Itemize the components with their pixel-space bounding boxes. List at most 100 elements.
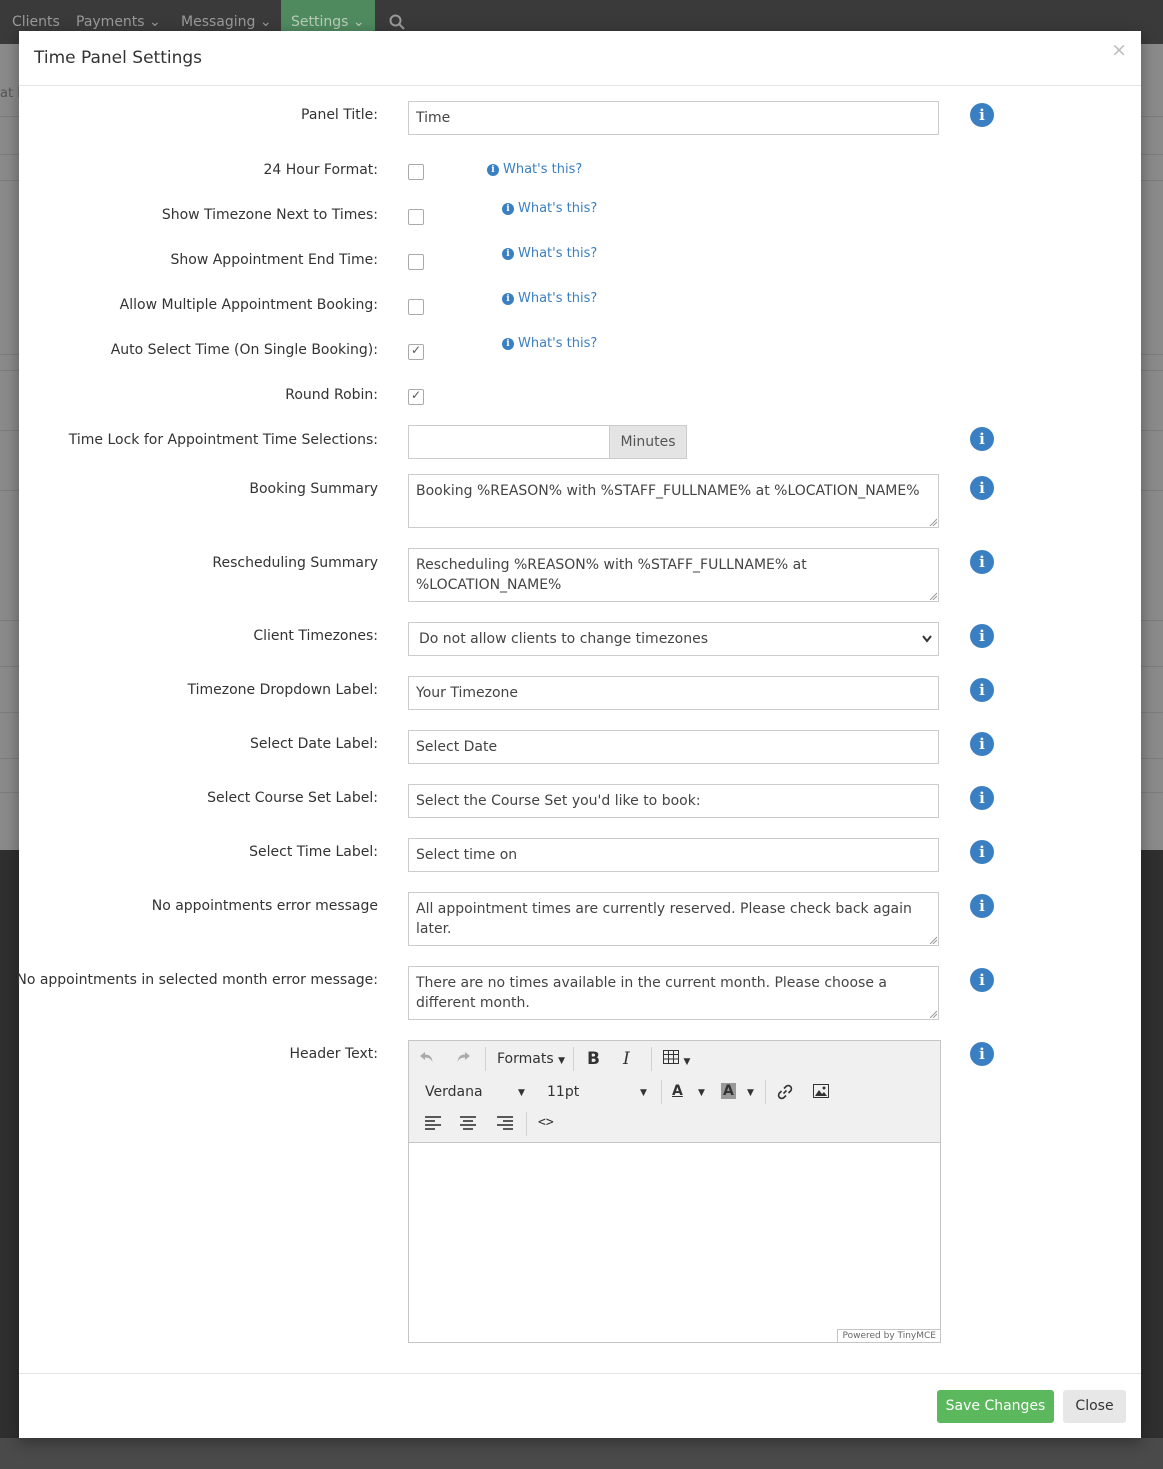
hour24-checkbox[interactable] [408, 164, 424, 180]
multi-booking-label: Allow Multiple Appointment Booking: [119, 297, 378, 313]
time-lock-input[interactable] [408, 425, 610, 459]
booking-summary-textarea[interactable]: Booking %REASON% with %STAFF_FULLNAME% a… [408, 474, 939, 528]
panel-title-label: Panel Title: [301, 107, 378, 123]
info-icon[interactable]: i [970, 732, 994, 756]
caret-down-icon: ▼ [558, 1056, 566, 1066]
link-icon[interactable] [777, 1084, 793, 1104]
select-time-label-input[interactable]: Select time on [408, 838, 939, 872]
info-icon[interactable]: i [970, 476, 994, 500]
resize-handle-icon[interactable] [929, 936, 937, 944]
auto-select-checkbox[interactable]: ✓ [408, 343, 424, 360]
source-code-icon[interactable]: <> [538, 1115, 554, 1130]
italic-icon[interactable]: I [623, 1049, 630, 1069]
powered-by-badge: Powered by TinyMCE [837, 1329, 940, 1342]
timezone-label-label: Timezone Dropdown Label: [187, 682, 378, 698]
redo-icon[interactable] [455, 1049, 471, 1069]
modal-header: Time Panel Settings × [19, 31, 1141, 86]
select-date-label-input[interactable]: Select Date [408, 730, 939, 764]
toolbar-separator [573, 1047, 574, 1071]
chevron-down-icon: ⌄ [149, 14, 161, 30]
undo-icon[interactable] [419, 1049, 435, 1069]
nav-messaging[interactable]: Messaging ⌄ [181, 14, 272, 30]
info-icon[interactable]: i [970, 840, 994, 864]
align-left-icon[interactable] [425, 1116, 441, 1134]
checkmark-icon: ✓ [411, 388, 422, 402]
select-course-label-input[interactable]: Select the Course Set you'd like to book… [408, 784, 939, 818]
round-robin-checkbox[interactable]: ✓ [408, 388, 424, 405]
nav-messaging-label: Messaging [181, 14, 256, 30]
booking-summary-label: Booking Summary [249, 481, 378, 497]
close-icon[interactable]: × [1111, 39, 1127, 61]
editor-toolbar: Formats ▼ B I ▼ Verdana ▼ 11pt ▼ A ▼ A ▼ [409, 1041, 940, 1143]
time-panel-settings-modal: Time Panel Settings × Panel Title: Time … [16, 31, 1141, 1439]
save-changes-button[interactable]: Save Changes [937, 1390, 1054, 1423]
align-right-icon[interactable] [497, 1116, 513, 1134]
toolbar-separator [661, 1080, 662, 1104]
info-icon[interactable]: i [970, 427, 994, 451]
info-icon[interactable]: i [970, 103, 994, 127]
info-icon: i [502, 293, 514, 305]
rescheduling-summary-textarea[interactable]: Rescheduling %REASON% with %STAFF_FULLNA… [408, 548, 939, 602]
show-end-time-checkbox[interactable] [408, 254, 424, 270]
close-button[interactable]: Close [1063, 1390, 1126, 1423]
table-icon[interactable]: ▼ [663, 1050, 690, 1068]
info-icon[interactable]: i [970, 624, 994, 648]
background-text: at I [0, 86, 22, 101]
whats-this-link[interactable]: i What's this? [487, 162, 582, 177]
nav-clients[interactable]: Clients [12, 14, 60, 30]
info-icon: i [502, 248, 514, 260]
whats-this-label: What's this? [518, 246, 598, 261]
whats-this-link[interactable]: i What's this? [502, 246, 597, 261]
no-appts-error-text: All appointment times are currently rese… [416, 901, 912, 937]
whats-this-link[interactable]: i What's this? [502, 291, 597, 306]
show-end-time-label: Show Appointment End Time: [170, 252, 379, 268]
resize-handle-icon[interactable] [929, 592, 937, 600]
whats-this-label: What's this? [518, 336, 598, 351]
hour24-label: 24 Hour Format: [263, 162, 379, 178]
info-icon[interactable]: i [970, 968, 994, 992]
client-timezones-select[interactable]: Do not allow clients to change timezones [408, 622, 939, 656]
multi-booking-checkbox[interactable] [408, 299, 424, 315]
no-appts-error-textarea[interactable]: All appointment times are currently rese… [408, 892, 939, 946]
info-icon[interactable]: i [970, 550, 994, 574]
panel-title-input[interactable]: Time [408, 101, 939, 135]
caret-down-icon[interactable]: ▼ [747, 1088, 754, 1098]
toolbar-separator [765, 1080, 766, 1104]
font-size-dropdown[interactable]: 11pt [547, 1084, 579, 1100]
select-course-label-label: Select Course Set Label: [207, 790, 378, 806]
info-icon[interactable]: i [970, 894, 994, 918]
modal-footer: Save Changes Close [19, 1373, 1141, 1439]
rescheduling-summary-text: Rescheduling %REASON% with %STAFF_FULLNA… [416, 557, 807, 593]
align-center-icon[interactable] [460, 1116, 476, 1134]
checkmark-icon: ✓ [411, 343, 422, 357]
timezone-label-input[interactable]: Your Timezone [408, 676, 939, 710]
caret-down-icon[interactable]: ▼ [518, 1088, 525, 1098]
no-appts-month-error-textarea[interactable]: There are no times available in the curr… [408, 966, 939, 1020]
info-icon[interactable]: i [970, 786, 994, 810]
image-icon[interactable] [813, 1084, 829, 1102]
whats-this-link[interactable]: i What's this? [502, 336, 597, 351]
font-family-dropdown[interactable]: Verdana [425, 1084, 483, 1100]
info-icon[interactable]: i [970, 678, 994, 702]
whats-this-label: What's this? [518, 291, 598, 306]
resize-handle-icon[interactable] [929, 518, 937, 526]
bold-icon[interactable]: B [587, 1049, 600, 1069]
font-family-value: Verdana [425, 1084, 483, 1100]
whats-this-link[interactable]: i What's this? [502, 201, 597, 216]
no-appts-month-error-label: No appointments in selected month error … [16, 972, 378, 988]
editor-content-area[interactable] [409, 1142, 940, 1332]
text-color-icon[interactable]: A [672, 1083, 683, 1099]
resize-handle-icon[interactable] [929, 1010, 937, 1018]
info-icon[interactable]: i [970, 1042, 994, 1066]
formats-dropdown[interactable]: Formats ▼ [497, 1051, 565, 1067]
caret-down-icon[interactable]: ▼ [640, 1088, 647, 1098]
nav-payments[interactable]: Payments ⌄ [76, 14, 161, 30]
client-timezones-label: Client Timezones: [253, 628, 378, 644]
show-timezone-checkbox[interactable] [408, 209, 424, 225]
background-color-icon[interactable]: A [721, 1083, 736, 1099]
caret-down-icon[interactable]: ▼ [698, 1088, 705, 1098]
auto-select-label: Auto Select Time (On Single Booking): [110, 342, 378, 358]
toolbar-separator [485, 1047, 486, 1071]
show-timezone-label: Show Timezone Next to Times: [161, 207, 378, 223]
info-icon: i [487, 164, 499, 176]
